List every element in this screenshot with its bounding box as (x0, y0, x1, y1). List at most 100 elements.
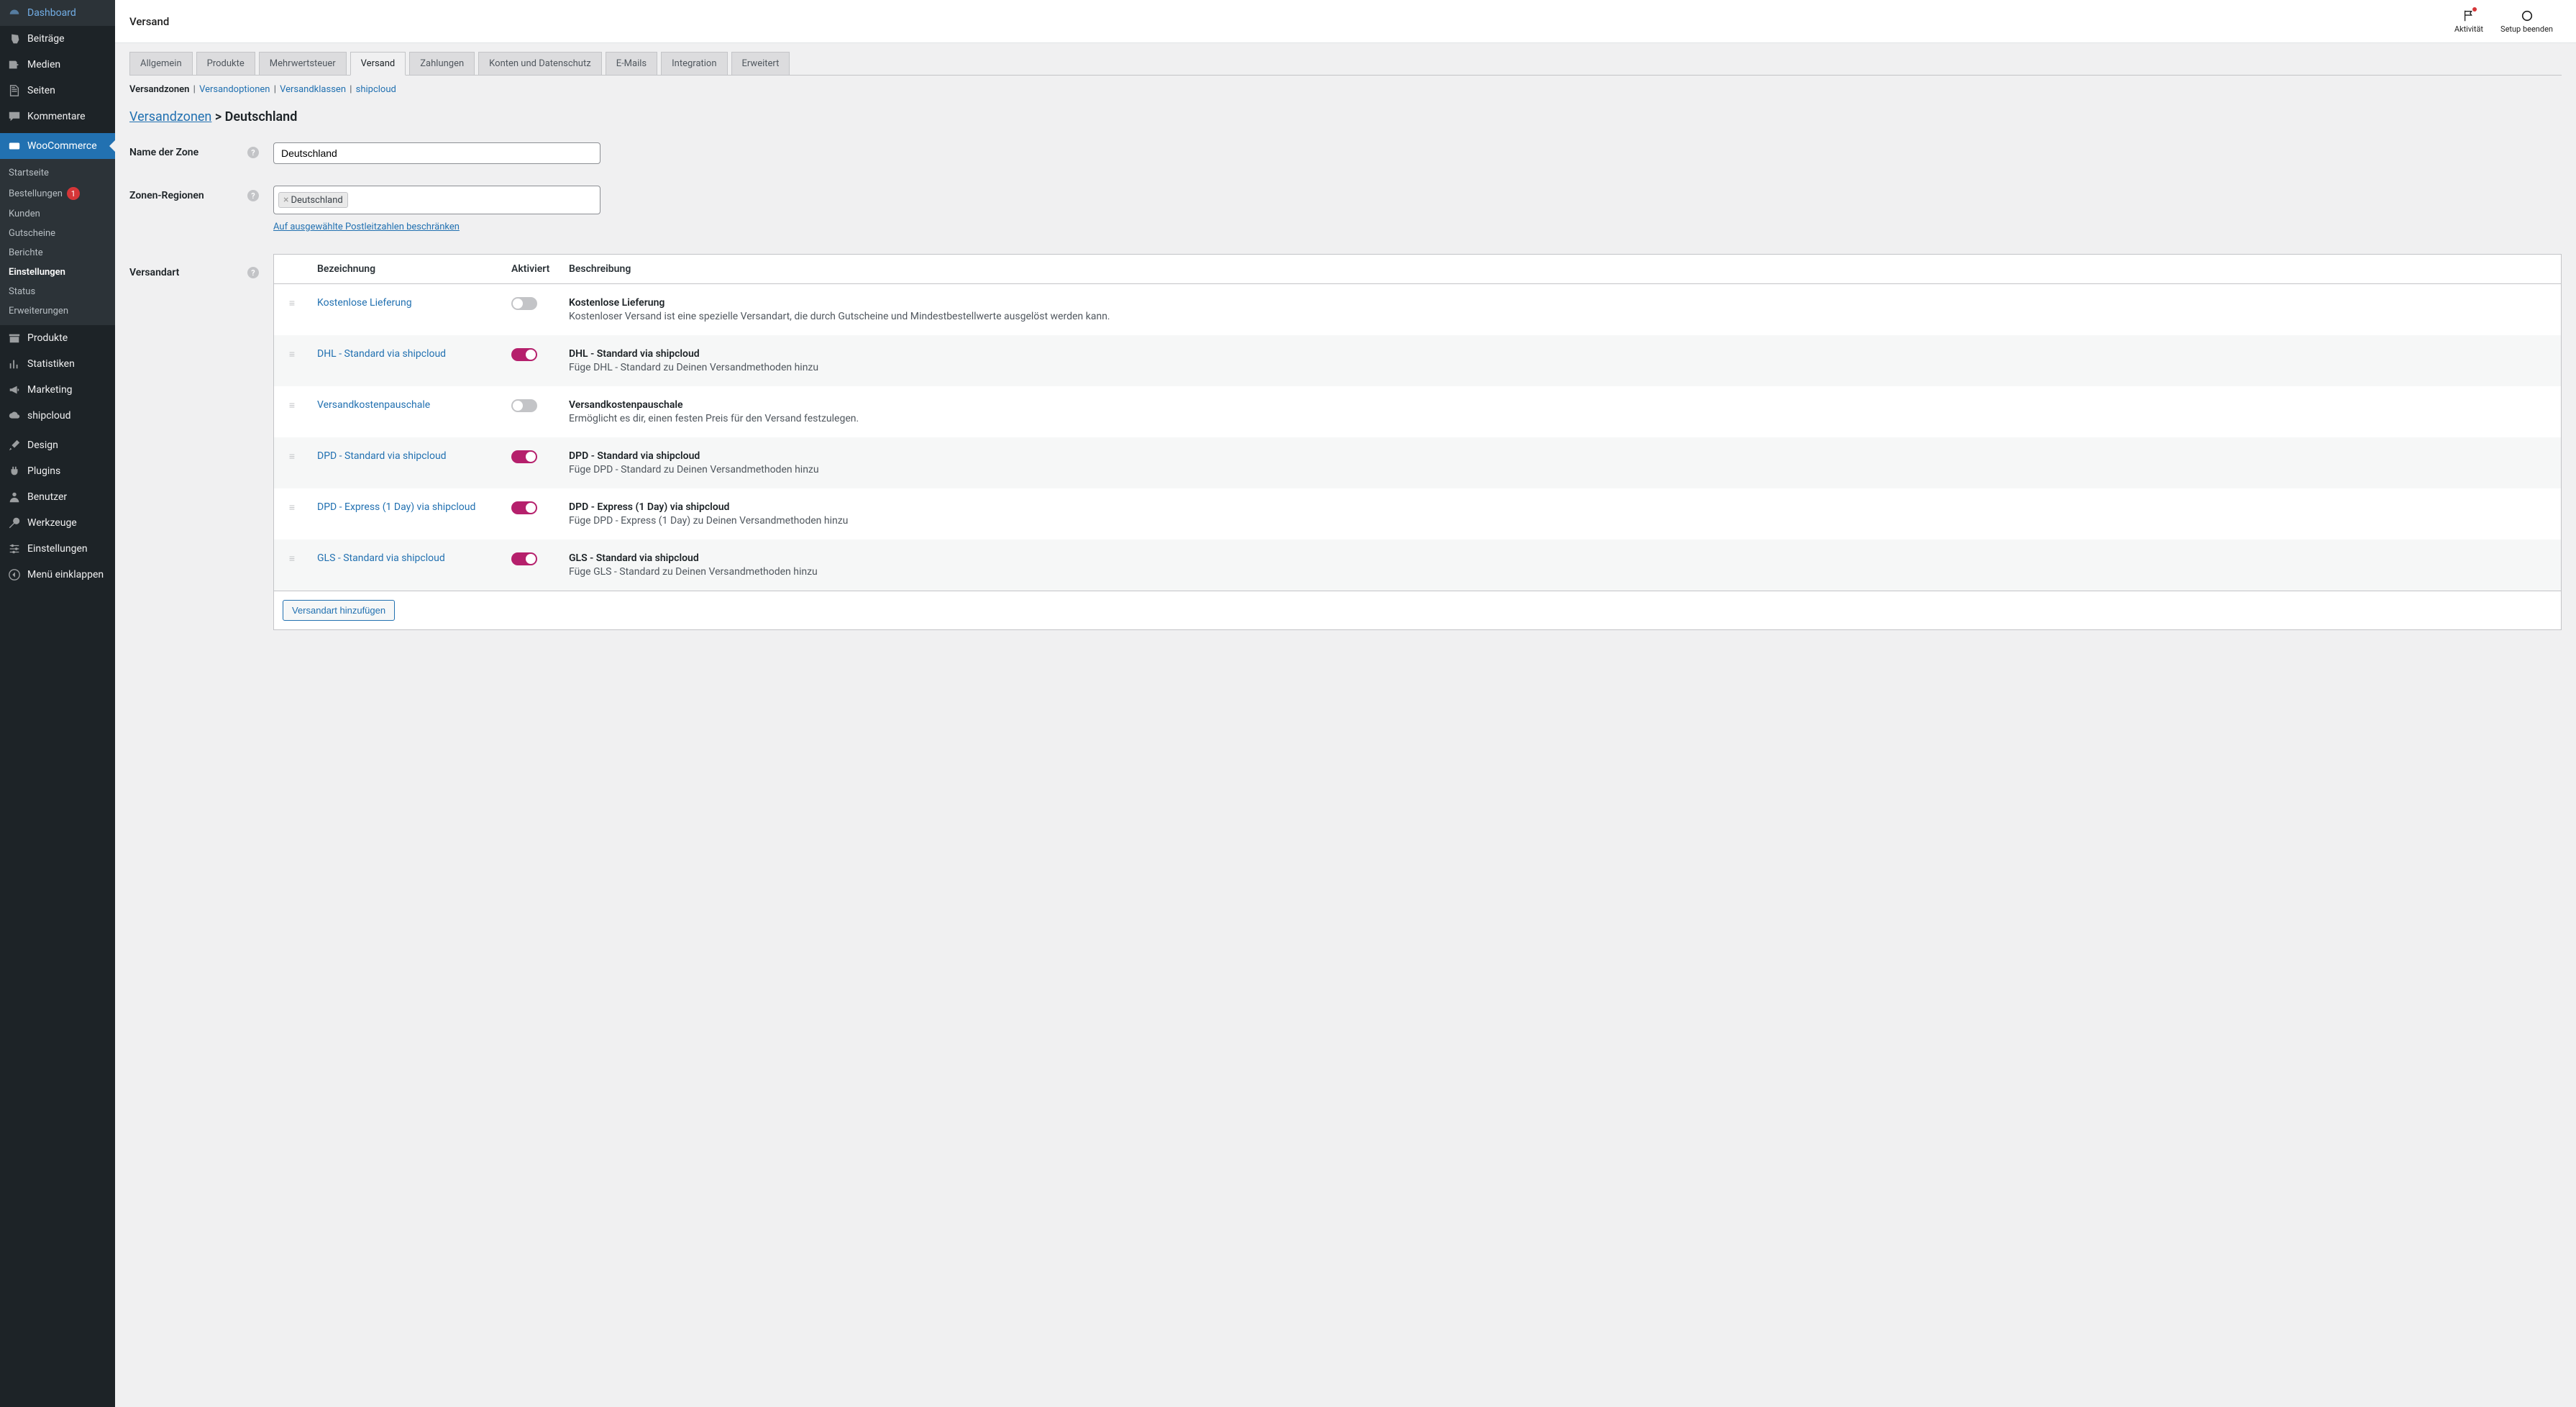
subnav-link-versandoptionen[interactable]: Versandoptionen (199, 84, 270, 95)
activity-button[interactable]: Aktivität (2446, 9, 2492, 34)
desc-text: Ermöglicht es dir, einen festen Preis fü… (569, 413, 2554, 424)
help-icon[interactable]: ? (247, 190, 259, 201)
cloud-icon (7, 409, 22, 423)
sidebar-item-werkzeuge[interactable]: Werkzeuge (0, 510, 115, 536)
breadcrumb: Versandzonen > Deutschland (129, 109, 2562, 124)
sidebar-item-dashboard[interactable]: Dashboard (0, 0, 115, 26)
flag-icon (2462, 9, 2476, 23)
enabled-toggle[interactable] (511, 552, 537, 565)
drag-handle-icon[interactable]: ≡ (274, 539, 310, 591)
sidebar-item-marketing[interactable]: Marketing (0, 377, 115, 403)
method-name-link[interactable]: DPD - Express (1 Day) via shipcloud (317, 501, 475, 513)
method-name-link[interactable]: DHL - Standard via shipcloud (317, 348, 446, 360)
th-title: Bezeichnung (310, 255, 504, 284)
stats-icon (7, 357, 22, 371)
sidebar-item-design[interactable]: Design (0, 432, 115, 458)
page-title: Versand (129, 15, 2446, 28)
help-icon[interactable]: ? (247, 267, 259, 278)
enabled-toggle[interactable] (511, 297, 537, 310)
sidebar-sub-erweiterungen[interactable]: Erweiterungen (0, 301, 115, 321)
sidebar-item-woocommerce[interactable]: WooCommerce (0, 133, 115, 159)
sidebar-item-shipcloud[interactable]: shipcloud (0, 403, 115, 429)
drag-handle-icon[interactable]: ≡ (274, 386, 310, 437)
desc-text: Füge GLS - Standard zu Deinen Versandmet… (569, 566, 2554, 578)
subnav-link-shipcloud[interactable]: shipcloud (356, 84, 396, 95)
enabled-toggle[interactable] (511, 399, 537, 412)
sidebar-item-label: Menü einklappen (27, 569, 104, 580)
sidebar-item-label: Beiträge (27, 33, 65, 45)
sidebar-item-label: Design (27, 440, 58, 451)
sliders-icon (7, 542, 22, 556)
enabled-toggle[interactable] (511, 348, 537, 361)
sidebar-sub-bestellungen[interactable]: Bestellungen1 (0, 183, 115, 204)
topbar: Versand Aktivität Setup beenden (115, 0, 2576, 43)
tab-zahlungen[interactable]: Zahlungen (409, 52, 475, 75)
sidebar-item-statistiken[interactable]: Statistiken (0, 351, 115, 377)
wrench-icon (7, 516, 22, 530)
sidebar-item-label: Statistiken (27, 358, 75, 370)
megaphone-icon (7, 383, 22, 397)
sidebar-item-beiträge[interactable]: Beiträge (0, 26, 115, 52)
drag-handle-icon[interactable]: ≡ (274, 437, 310, 488)
help-icon[interactable]: ? (247, 147, 259, 158)
sidebar-item-produkte[interactable]: Produkte (0, 325, 115, 351)
sidebar-item-label: Produkte (27, 332, 68, 344)
table-row: ≡VersandkostenpauschaleVersandkostenpaus… (274, 386, 2561, 437)
sidebar-item-label: shipcloud (27, 410, 71, 422)
notification-dot (2472, 7, 2477, 12)
add-shipping-method-button[interactable]: Versandart hinzufügen (283, 600, 395, 621)
sidebar-sub-einstellungen[interactable]: Einstellungen (0, 263, 115, 282)
tab-versand[interactable]: Versand (350, 52, 406, 76)
collapse-icon (7, 568, 22, 582)
archive-icon (7, 331, 22, 345)
method-name-link[interactable]: Kostenlose Lieferung (317, 297, 412, 309)
sidebar-item-benutzer[interactable]: Benutzer (0, 484, 115, 510)
sidebar-sub-gutscheine[interactable]: Gutscheine (0, 224, 115, 243)
sidebar-item-seiten[interactable]: Seiten (0, 78, 115, 104)
zone-regions-label: Zonen-Regionen (129, 190, 204, 201)
drag-handle-icon[interactable]: ≡ (274, 488, 310, 539)
sidebar-item-medien[interactable]: Medien (0, 52, 115, 78)
sidebar-item-einstellungen[interactable]: Einstellungen (0, 536, 115, 562)
method-name-link[interactable]: GLS - Standard via shipcloud (317, 552, 445, 564)
pin-icon (7, 32, 22, 46)
enabled-toggle[interactable] (511, 450, 537, 463)
tab-produkte[interactable]: Produkte (196, 52, 255, 75)
tab-konten-und-datenschutz[interactable]: Konten und Datenschutz (478, 52, 602, 75)
sidebar-item-menü-einklappen[interactable]: Menü einklappen (0, 562, 115, 588)
region-tag: × Deutschland (278, 192, 348, 208)
dashboard-icon (7, 6, 22, 20)
tab-allgemein[interactable]: Allgemein (129, 52, 193, 75)
enabled-toggle[interactable] (511, 501, 537, 514)
user-icon (7, 490, 22, 504)
sidebar-item-label: Einstellungen (27, 543, 88, 555)
tab-erweitert[interactable]: Erweitert (731, 52, 790, 75)
admin-sidebar: DashboardBeiträgeMedienSeitenKommentare … (0, 0, 115, 1407)
drag-handle-icon[interactable]: ≡ (274, 284, 310, 336)
sidebar-item-label: Seiten (27, 85, 55, 96)
sidebar-item-plugins[interactable]: Plugins (0, 458, 115, 484)
tab-integration[interactable]: Integration (661, 52, 727, 75)
sidebar-sub-startseite[interactable]: Startseite (0, 163, 115, 183)
sidebar-item-label: Medien (27, 59, 60, 70)
sidebar-item-kommentare[interactable]: Kommentare (0, 104, 115, 129)
sidebar-item-label: Werkzeuge (27, 517, 77, 529)
sidebar-sub-kunden[interactable]: Kunden (0, 204, 115, 224)
breadcrumb-root-link[interactable]: Versandzonen (129, 109, 211, 124)
drag-handle-icon[interactable]: ≡ (274, 335, 310, 386)
sidebar-sub-status[interactable]: Status (0, 282, 115, 301)
zone-name-input[interactable] (273, 142, 600, 164)
zone-regions-input[interactable]: × Deutschland (273, 186, 600, 214)
method-name-link[interactable]: DPD - Standard via shipcloud (317, 450, 447, 462)
method-name-link[interactable]: Versandkostenpauschale (317, 399, 430, 411)
remove-tag-icon[interactable]: × (283, 194, 288, 206)
tab-e-mails[interactable]: E-Mails (606, 52, 657, 75)
sidebar-sub-berichte[interactable]: Berichte (0, 243, 115, 263)
setup-finish-button[interactable]: Setup beenden (2492, 9, 2562, 34)
limit-postcodes-link[interactable]: Auf ausgewählte Postleitzahlen beschränk… (273, 222, 460, 232)
main-panel: Versand Aktivität Setup beenden Allgemei… (115, 0, 2576, 1407)
desc-title: GLS - Standard via shipcloud (569, 552, 2554, 564)
woocommerce-icon (7, 139, 22, 153)
tab-mehrwertsteuer[interactable]: Mehrwertsteuer (259, 52, 347, 75)
subnav-link-versandklassen[interactable]: Versandklassen (280, 84, 346, 95)
